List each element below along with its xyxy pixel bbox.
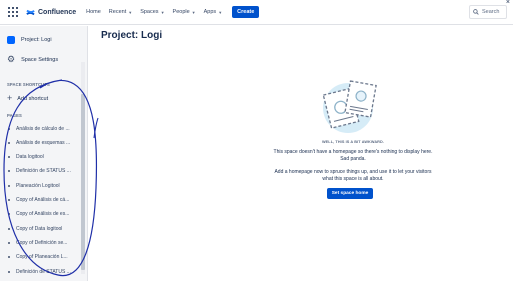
page-tree-item[interactable]: Copy of Análisis de es... <box>8 211 72 217</box>
page-tree-item[interactable]: Definición de STATUS ... <box>8 168 72 174</box>
confluence-logo[interactable]: Confluence <box>26 8 76 17</box>
chevron-down-icon: ▼ <box>160 9 165 15</box>
bullet-icon <box>8 170 10 172</box>
nav-people-label: People <box>172 9 190 15</box>
space-name: Project: Logi <box>21 37 52 43</box>
top-navigation: Confluence Home Recent ▼ Spaces ▼ People… <box>0 0 513 25</box>
page-tree-label: Copy of Planeación L... <box>16 254 68 260</box>
bullet-icon <box>8 271 10 273</box>
space-shortcuts-header: SPACE SHORTCUTS <box>7 82 50 87</box>
bullet-icon <box>8 128 10 130</box>
empty-state-heading: WELL, THIS IS A BIT AWKWARD. <box>321 140 385 144</box>
chevron-down-icon: ▼ <box>128 9 133 15</box>
space-home-link[interactable]: Project: Logi <box>7 36 52 44</box>
set-space-home-button[interactable]: Set space home <box>327 188 373 199</box>
bullet-icon <box>8 256 10 258</box>
nav-apps-label: Apps <box>203 9 217 15</box>
nav-recent-label: Recent <box>108 9 127 15</box>
space-avatar-icon <box>7 36 15 44</box>
empty-state-illustration <box>322 80 377 133</box>
chevron-down-icon: ▼ <box>218 9 223 15</box>
page-tree-label: Definición de STATUS ... <box>16 168 71 174</box>
sidebar-scrollbar-thumb[interactable] <box>81 94 85 270</box>
nav-apps[interactable]: Apps ▼ <box>204 9 223 15</box>
confluence-window: Confluence Home Recent ▼ Spaces ▼ People… <box>0 0 513 281</box>
create-button[interactable]: Create <box>232 6 260 18</box>
confluence-logo-icon <box>26 9 35 15</box>
search-placeholder: Search <box>482 9 500 15</box>
page-tree-item[interactable]: Data logitool <box>8 154 72 160</box>
page-tree-label: Copy of Análisis de es... <box>16 211 70 217</box>
page-tree-item[interactable]: Análisis de esquemas ... <box>8 140 72 146</box>
add-shortcut-label: Add shortcut <box>17 95 49 102</box>
bullet-icon <box>8 228 10 230</box>
space-settings-link[interactable]: ⚙ Space Settings <box>7 55 58 64</box>
app-switcher-icon[interactable] <box>8 7 18 17</box>
bullet-icon <box>8 156 10 158</box>
page-tree-label: Análisis de cálculo de ... <box>16 126 70 132</box>
page-tree-label: Copy of Análisis de cá... <box>16 197 70 203</box>
pages-header: PAGES <box>7 113 22 118</box>
page-tree-item[interactable]: Definición de STATUS ... <box>8 269 72 275</box>
page-tree-item[interactable]: Copy of Data logitool <box>8 226 72 232</box>
gear-icon: ⚙ <box>7 54 16 64</box>
page-tree-item[interactable]: Copy of Análisis de cá... <box>8 197 72 203</box>
space-settings-label: Space Settings <box>21 56 59 63</box>
nav-home-label: Home <box>86 9 101 15</box>
close-icon[interactable]: × <box>506 0 510 6</box>
page-tree-label: Data logitool <box>16 154 44 160</box>
bullet-icon <box>8 199 10 201</box>
page-tree-label: Definición de STATUS ... <box>16 269 71 275</box>
page-tree-label: Planeación Logitool <box>16 183 60 189</box>
page-tree-item[interactable]: Análisis de cálculo de ... <box>8 126 72 132</box>
bullet-icon <box>8 185 10 187</box>
chevron-down-icon: ▼ <box>191 9 196 15</box>
empty-state-message: This space doesn't have a homepage so th… <box>273 149 433 162</box>
search-icon <box>473 9 479 15</box>
nav-spaces[interactable]: Spaces ▼ <box>140 9 164 15</box>
empty-state-hint: Add a homepage now to spruce things up, … <box>274 169 432 182</box>
search-input[interactable]: Search <box>469 5 507 19</box>
page-title: Project: Logi <box>101 30 163 41</box>
page-tree-label: Copy of Data logitool <box>16 226 63 232</box>
bullet-icon <box>8 142 10 144</box>
bullet-icon <box>8 213 10 215</box>
page-tree-label: Copy of Definición se... <box>16 240 68 246</box>
page-tree-item[interactable]: Copy of Definición se... <box>8 240 72 246</box>
page-tree-item[interactable]: Planeación Logitool <box>8 183 72 189</box>
page-tree-item[interactable]: Copy of Planeación L... <box>8 254 72 260</box>
nav-home[interactable]: Home <box>86 9 101 15</box>
bullet-icon <box>8 242 10 244</box>
plus-icon: + <box>7 93 13 103</box>
nav-people[interactable]: People ▼ <box>173 9 196 15</box>
add-shortcut-button[interactable]: + Add shortcut <box>7 94 48 103</box>
nav-spaces-label: Spaces <box>140 9 159 15</box>
nav-recent[interactable]: Recent ▼ <box>109 9 132 15</box>
space-sidebar: Project: Logi ⚙ Space Settings SPACE SHO… <box>0 26 88 281</box>
product-name: Confluence <box>38 8 77 16</box>
page-tree-label: Análisis de esquemas ... <box>16 140 71 146</box>
